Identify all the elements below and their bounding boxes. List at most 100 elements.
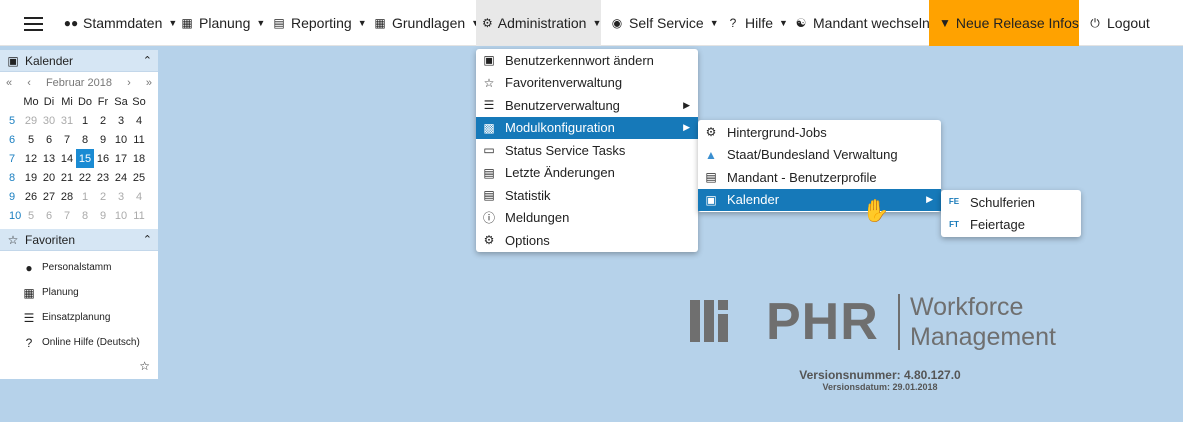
next-month-icon[interactable]: › [127,77,131,89]
hamburger-menu-icon[interactable] [24,17,43,31]
calendar-day[interactable]: 20 [40,168,58,187]
menu-item-kalender[interactable]: ▣ Kalender ▶ [698,188,941,211]
calendar-day[interactable]: 9 [94,206,112,225]
calendar-day[interactable]: 25 [130,168,148,187]
calendar-day[interactable]: 10 [112,206,130,225]
calendar-day[interactable]: 6 [40,206,58,225]
calendar-day[interactable]: 2 [94,187,112,206]
weekday-header: Fr [97,95,109,108]
calendar-day[interactable]: 30 [40,111,58,130]
calendar-day[interactable]: 11 [130,206,148,225]
calendar-week-number[interactable]: 9 [0,187,22,206]
chevron-up-icon[interactable]: ⌃ [143,54,152,67]
menu-item-benutzerverwaltung[interactable]: ☰ Benutzerverwaltung ▶ [476,94,698,117]
calendar-day[interactable]: 4 [130,111,148,130]
favorite-planung[interactable]: ▦ Planung [0,280,158,305]
calendar-day[interactable]: 3 [112,187,130,206]
menu-item-options[interactable]: ⚙ Options [476,229,698,252]
menu-item-schulferien[interactable]: FE Schulferien [941,191,1081,214]
calendar-day[interactable]: 29 [22,111,40,130]
nav-hilfe-label: Hilfe [745,15,774,31]
menu-item-benutzerkennwort[interactable]: ▣ Benutzerkennwort ändern [476,49,698,72]
calendar-day[interactable]: 24 [112,168,130,187]
menu-item-status-service-tasks[interactable]: ▭ Status Service Tasks [476,139,698,162]
nav-grundlagen[interactable]: ▦ Grundlagen▼ [367,0,486,46]
calendar-day[interactable]: 22 [76,168,94,187]
menu-item-label: Favoritenverwaltung [505,75,623,91]
calendar-day[interactable]: 18 [130,149,148,168]
menu-item-letzte-aenderungen[interactable]: ▤ Letzte Änderungen [476,162,698,185]
calendar-day[interactable]: 21 [58,168,76,187]
nav-logout[interactable]: ⏻ Logout [1082,0,1156,46]
prev-month-icon[interactable]: ‹ [27,77,31,89]
calendar-day[interactable]: 1 [76,111,94,130]
calendar-day[interactable]: 15 [76,149,94,168]
nav-stammdaten-label: Stammdaten [83,15,163,31]
calendar-day[interactable]: 8 [76,206,94,225]
menu-item-meldungen[interactable]: ⓘ Meldungen [476,207,698,230]
map-icon: ▲ [705,147,717,162]
calendar-day[interactable]: 10 [112,130,130,149]
calendar-week-number[interactable]: 8 [0,168,22,187]
add-favorite-icon[interactable]: ☆ [139,359,150,373]
nav-administration[interactable]: ⚙ Administration ▼ [476,0,601,46]
prev-year-icon[interactable]: « [6,77,12,89]
favorite-online-hilfe[interactable]: ? Online Hilfe (Deutsch) [0,330,158,355]
calendar-day[interactable]: 8 [76,130,94,149]
calendar-day[interactable]: 7 [58,130,76,149]
calendar-day[interactable]: 31 [58,111,76,130]
menu-item-mandant-benutzerprofile[interactable]: ▤ Mandant - Benutzerprofile [698,166,941,189]
calendar-day[interactable]: 7 [58,206,76,225]
star-icon: ☆ [483,75,495,90]
calendar-panel-title: Kalender [25,53,74,68]
nav-reporting[interactable]: ▤ Reporting ▼ [266,0,373,46]
calendar-week-number[interactable]: 5 [0,111,22,130]
calendar-day[interactable]: 12 [22,149,40,168]
next-year-icon[interactable]: » [146,77,152,89]
chevron-up-icon[interactable]: ⌃ [143,233,152,246]
menu-item-statistik[interactable]: ▤ Statistik [476,184,698,207]
calendar-month-label[interactable]: Februar 2018 [46,77,112,89]
nav-stammdaten[interactable]: ●● Stammdaten ▼ [58,0,183,46]
weekday-header: Mo [23,95,39,108]
favorites-panel-header[interactable]: ☆ Favoriten ⌃ [0,229,158,251]
calendar-week-number[interactable]: 10 [0,206,22,225]
caret-down-icon: ▼ [357,18,367,28]
calendar-panel-header[interactable]: ▣ Kalender ⌃ [0,50,158,72]
calendar-day[interactable]: 16 [94,149,112,168]
nav-self-service[interactable]: ◉ Self Service ▼ [604,0,725,46]
menu-item-staat-bundesland[interactable]: ▲ Staat/Bundesland Verwaltung [698,144,941,167]
calendar-day[interactable]: 3 [112,111,130,130]
calendar-day[interactable]: 26 [22,187,40,206]
calendar-day[interactable]: 9 [94,130,112,149]
nav-release-infos[interactable]: ▼ Neue Release Infos [929,0,1079,46]
menu-item-modulkonfiguration[interactable]: ▩ Modulkonfiguration ▶ [476,116,698,139]
menu-item-favoritenverwaltung[interactable]: ☆ Favoritenverwaltung [476,72,698,95]
calendar-day[interactable]: 14 [58,149,76,168]
calendar-week-number[interactable]: 6 [0,130,22,149]
calendar-day[interactable]: 4 [130,187,148,206]
nav-hilfe[interactable]: ? Hilfe ▼ [720,0,794,46]
calendar-day[interactable]: 13 [40,149,58,168]
calendar-day[interactable]: 27 [40,187,58,206]
calendar-day[interactable]: 5 [22,130,40,149]
favorite-einsatzplanung[interactable]: ☰ Einsatzplanung [0,305,158,330]
calendar-day[interactable]: 5 [22,206,40,225]
calendar-day[interactable]: 28 [58,187,76,206]
favorite-personalstamm[interactable]: ● Personalstamm [0,255,158,280]
menu-item-feiertage[interactable]: FT Feiertage [941,214,1081,237]
calendar-day[interactable]: 2 [94,111,112,130]
calendar-day[interactable]: 23 [94,168,112,187]
menu-item-hintergrund-jobs[interactable]: ⚙ Hintergrund-Jobs [698,121,941,144]
calendar-day[interactable]: 1 [76,187,94,206]
calendar-day[interactable]: 17 [112,149,130,168]
monitor-icon: ▭ [483,143,495,158]
calendar-day[interactable]: 11 [130,130,148,149]
calendar-day[interactable]: 6 [40,130,58,149]
nav-planung[interactable]: ▦ Planung ▼ [174,0,271,46]
calendar-navigation: « ‹ Februar 2018 › » [0,74,158,92]
calendar-week-number[interactable]: 7 [0,149,22,168]
nav-mandant-wechseln[interactable]: ☯ Mandant wechseln [788,0,936,46]
calendar-day[interactable]: 19 [22,168,40,187]
user-list-icon: ☰ [483,98,495,113]
